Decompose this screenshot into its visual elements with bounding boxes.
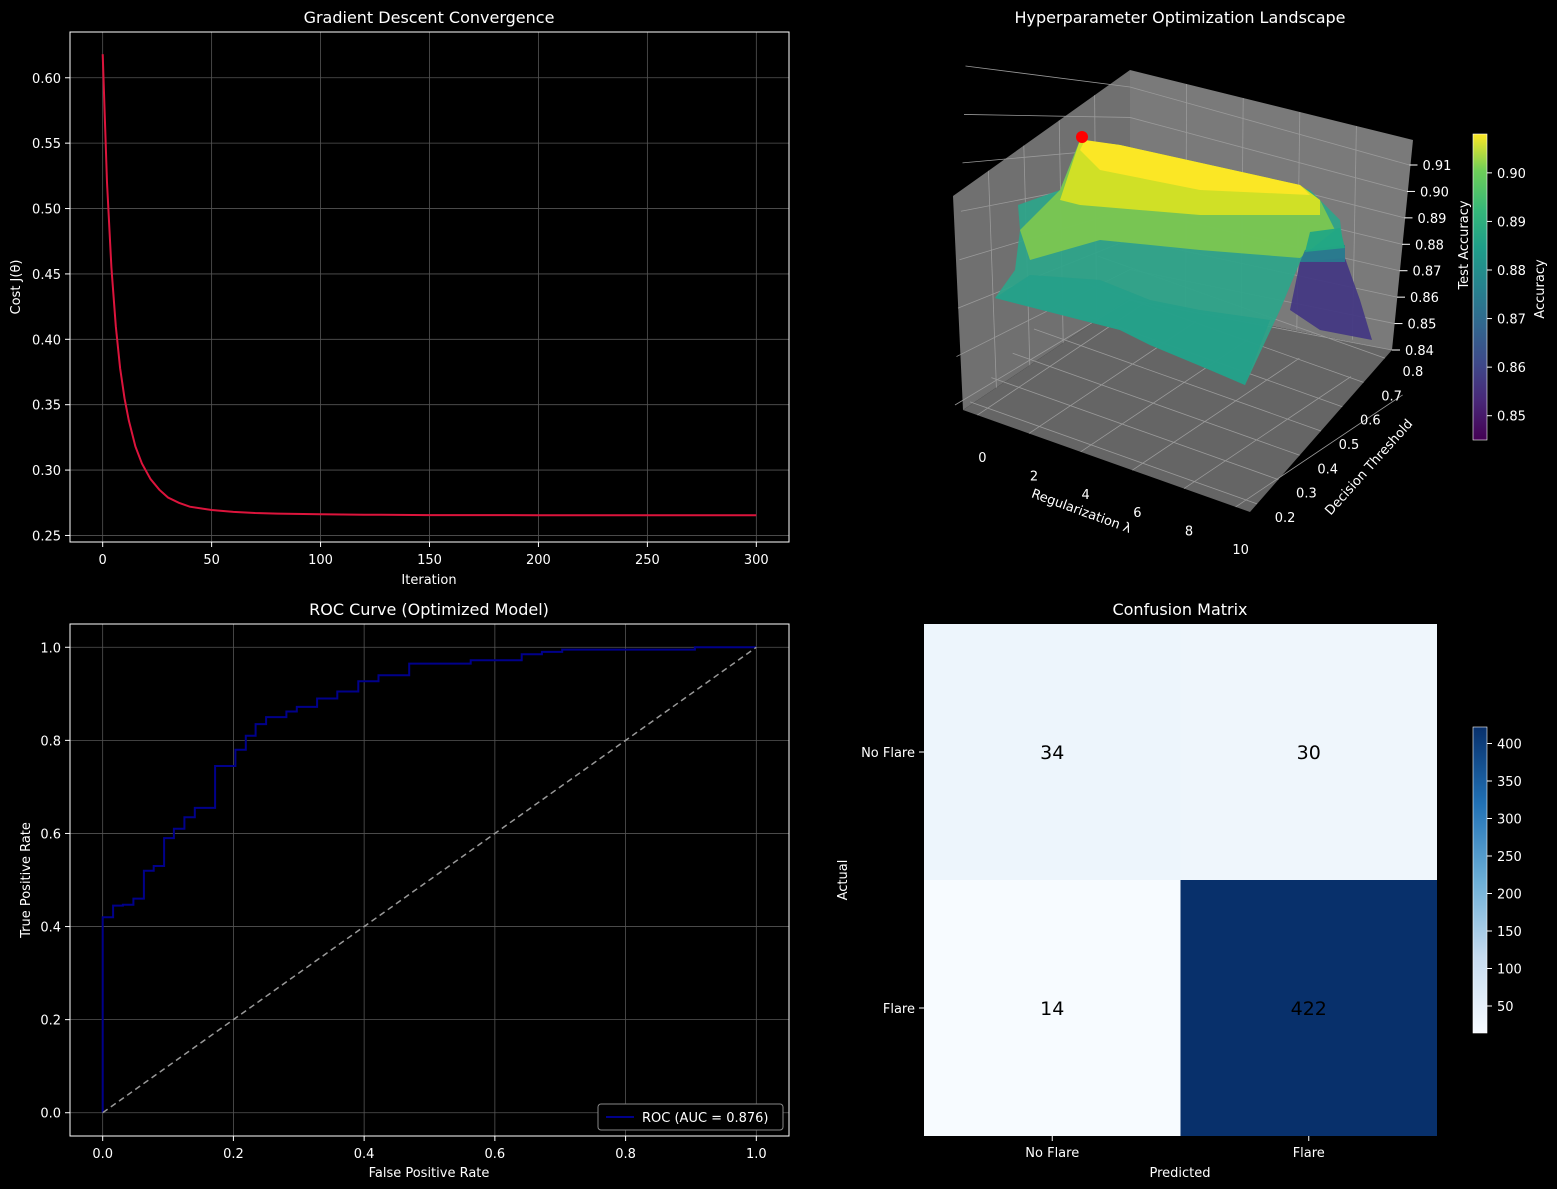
convergence-panel: Gradient Descent Convergence 0 50 100 150 20…: [9, 8, 790, 588]
convergence-ytick-label: 0.45: [32, 268, 61, 283]
surface-xtick-label: 4: [1082, 488, 1090, 503]
roc-ylabel: True Positive Rate: [19, 822, 34, 939]
surface-left-gridline: [965, 65, 1131, 88]
surface-ytick-label: 0.7: [1381, 389, 1402, 404]
convergence-xtick-label: 50: [203, 553, 220, 568]
surface-ztick-label: 0.84: [1405, 344, 1434, 359]
convergence-ytick-label: 0.55: [32, 137, 61, 152]
confusion-cell-value: 14: [1040, 998, 1064, 1020]
roc-xtick-label: 0.8: [615, 1147, 636, 1162]
surface-xtick-label: 8: [1185, 525, 1193, 540]
surface-ztick-label: 0.86: [1410, 291, 1439, 306]
convergence-xtick-label: 200: [526, 553, 551, 568]
convergence-ylabel: Cost J(θ): [9, 260, 24, 315]
surface-colorbar-tick-label: 0.89: [1497, 215, 1526, 230]
convergence-xtick-label: 100: [308, 553, 333, 568]
convergence-xtick-label: 300: [744, 553, 769, 568]
roc-ytick-label: 0.8: [40, 734, 61, 749]
roc-xtick-label: 0.0: [92, 1147, 113, 1162]
roc-panel: ROC Curve (Optimized Model) 0.0 0.2 0.4 0.6…: [19, 600, 790, 1181]
surface-title: Hyperparameter Optimization Landscape: [1014, 8, 1345, 27]
confusion-ytick-label: Flare: [883, 1002, 915, 1017]
surface-ztick-label: 0.85: [1408, 318, 1437, 333]
confusion-xtick-label: Flare: [1293, 1146, 1325, 1161]
roc-xlabel: False Positive Rate: [369, 1166, 490, 1181]
confusion-cell-value: 422: [1291, 998, 1327, 1020]
convergence-ytick-label: 0.35: [32, 399, 61, 414]
roc-xtick-label: 0.4: [354, 1147, 375, 1162]
roc-legend: ROC (AUC = 0.876): [597, 1103, 784, 1131]
roc-ytick-label: 0.6: [40, 827, 61, 842]
surface-ztick-label: 0.87: [1413, 265, 1442, 280]
confusion-cell-value: 34: [1040, 742, 1064, 764]
confusion-colorbar-tick-label: 50: [1497, 1000, 1514, 1015]
confusion-colorbar-tick-label: 300: [1497, 813, 1522, 828]
convergence-xlabel: Iteration: [401, 573, 456, 588]
confusion-xtick-label: No Flare: [1025, 1146, 1079, 1161]
roc-xtick-label: 0.6: [485, 1147, 506, 1162]
surface-xtick-label: 2: [1030, 469, 1038, 484]
surface-ytick-label: 0.4: [1317, 462, 1338, 477]
confusion-colorbar-tick-label: 200: [1497, 888, 1522, 903]
surface-colorbar: [1472, 133, 1488, 441]
surface-ytick-label: 0.5: [1339, 438, 1360, 453]
convergence-xtick-label: 0: [99, 553, 107, 568]
surface-zlabel: Test Accuracy: [1457, 200, 1472, 290]
surface-colorbar-tick-label: 0.90: [1497, 167, 1526, 182]
convergence-xtick-label: 150: [417, 553, 442, 568]
roc-legend-label: ROC (AUC = 0.876): [642, 1111, 768, 1126]
surface-ytick-label: 0.3: [1296, 487, 1317, 502]
confusion-panel: Confusion Matrix 34 30 14 422 No Flare Flare…: [836, 600, 1522, 1181]
surface-panel: Hyperparameter Optimization Landscape 0 2…: [953, 8, 1548, 558]
roc-ytick-label: 0.0: [40, 1107, 61, 1122]
figure: Gradient Descent Convergence 0 50 100 150 20…: [9, 8, 1548, 1181]
surface-ytick-label: 0.2: [1275, 511, 1296, 526]
confusion-title: Confusion Matrix: [1112, 600, 1247, 619]
surface-ytick-label: 0.6: [1360, 414, 1381, 429]
roc-xtick-label: 0.2: [223, 1147, 244, 1162]
roc-ytick-label: 0.2: [40, 1014, 61, 1029]
confusion-colorbar-tick-label: 400: [1497, 738, 1522, 753]
confusion-colorbar-tick-label: 150: [1497, 925, 1522, 940]
confusion-colorbar: [1472, 726, 1488, 1034]
roc-xtick-label: 1.0: [746, 1147, 767, 1162]
surface-ytick-label: 0.8: [1403, 365, 1424, 380]
convergence-ytick-label: 0.40: [32, 333, 61, 348]
convergence-xtick-label: 250: [635, 553, 660, 568]
surface-colorbar-label: Accuracy: [1533, 259, 1548, 319]
roc-title: ROC Curve (Optimized Model): [309, 600, 549, 619]
optimum-marker: [1076, 131, 1088, 143]
confusion-xlabel: Predicted: [1149, 1166, 1210, 1181]
convergence-ytick-label: 0.30: [32, 464, 61, 479]
surface-ztick-label: 0.91: [1423, 159, 1452, 174]
surface-colorbar-tick-label: 0.87: [1497, 313, 1526, 328]
surface-xtick-label: 6: [1133, 506, 1141, 521]
convergence-ytick-label: 0.60: [32, 72, 61, 87]
surface-colorbar-tick-label: 0.85: [1497, 410, 1526, 425]
surface-xtick-label: 0: [978, 451, 986, 466]
roc-ytick-label: 0.4: [40, 921, 61, 936]
surface-colorbar-tick-label: 0.88: [1497, 264, 1526, 279]
surface-ztick-label: 0.88: [1415, 238, 1444, 253]
confusion-cell-value: 30: [1297, 742, 1321, 764]
confusion-colorbar-tick-label: 250: [1497, 850, 1522, 865]
convergence-ytick-label: 0.50: [32, 203, 61, 218]
confusion-ytick-label: No Flare: [861, 746, 915, 761]
roc-ytick-label: 1.0: [40, 641, 61, 656]
surface-ztick-label: 0.90: [1420, 185, 1449, 200]
convergence-ytick-label: 0.25: [32, 529, 61, 544]
surface-colorbar-tick-label: 0.86: [1497, 361, 1526, 376]
roc-series-1-diagonal: [102, 646, 757, 1114]
confusion-colorbar-tick-label: 350: [1497, 775, 1522, 790]
confusion-ylabel: Actual: [836, 860, 851, 901]
surface-xtick-label: 10: [1232, 543, 1249, 558]
confusion-colorbar-tick-label: 100: [1497, 963, 1522, 978]
convergence-title: Gradient Descent Convergence: [304, 8, 555, 27]
surface-ztick-label: 0.89: [1418, 212, 1447, 227]
